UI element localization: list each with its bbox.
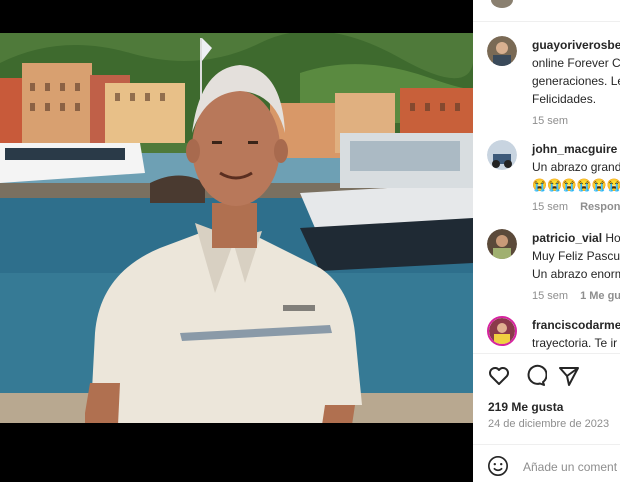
avatar[interactable] (487, 316, 517, 346)
post-date: 24 de diciembre de 2023 (488, 418, 610, 430)
comment-bubble-icon[interactable] (523, 364, 547, 388)
post-header-strip (473, 0, 620, 22)
likes-count[interactable]: 219 Me gusta (488, 400, 563, 414)
comment-line: 😭😭😭😭😭😭 (532, 178, 620, 192)
author-avatar[interactable] (491, 0, 513, 8)
comment-line: Un abrazo grand (532, 160, 620, 174)
comment-line: trayectoria. Te ir (532, 336, 618, 350)
post-actions-bar (473, 353, 620, 397)
comment-username[interactable]: patricio_vial (532, 231, 602, 245)
instagram-post-view: guayoriverosbel online Forever C generac… (0, 0, 620, 482)
comment-line: Un abrazo enorm (532, 267, 620, 281)
emoji-smile-icon[interactable] (487, 455, 509, 477)
comment-text: guayoriverosbel online Forever C generac… (532, 36, 620, 130)
paper-plane-icon[interactable] (557, 364, 581, 388)
comments-panel: guayoriverosbel online Forever C generac… (473, 0, 620, 482)
comment-time[interactable]: 15 sem (532, 115, 568, 127)
comment-text: john_macguire Un abrazo grand 😭😭😭😭😭😭 15 … (532, 140, 620, 216)
comment-username[interactable]: john_macguire (532, 142, 617, 156)
comment-line: online Forever C (532, 56, 620, 70)
comment-username[interactable]: guayoriverosbel (532, 38, 620, 52)
add-comment-bar: Añade un coment (473, 444, 620, 482)
comment-line: Felicidades. (532, 92, 597, 106)
comment-text: franciscodarmer trayectoria. Te ir (532, 316, 620, 352)
avatar[interactable] (487, 36, 517, 66)
avatar[interactable] (487, 229, 517, 259)
comment-line: generaciones. Le (532, 74, 620, 88)
reply-button[interactable]: Responde (580, 201, 620, 213)
comment-text: patricio_vial Hol Muy Feliz Pascua Un ab… (532, 229, 620, 305)
add-comment-input[interactable]: Añade un coment (523, 460, 617, 474)
heart-icon[interactable] (487, 364, 511, 388)
avatar[interactable] (487, 140, 517, 170)
comment-username[interactable]: franciscodarmer (532, 318, 620, 332)
comment-line: Muy Feliz Pascua (532, 249, 620, 263)
post-photo[interactable] (0, 33, 473, 423)
comment-time[interactable]: 15 sem (532, 201, 568, 213)
comment-time[interactable]: 15 sem (532, 290, 568, 302)
comment-likes[interactable]: 1 Me gust (580, 290, 620, 302)
post-photo-image (0, 33, 473, 423)
comment-line: Hol (605, 231, 620, 245)
